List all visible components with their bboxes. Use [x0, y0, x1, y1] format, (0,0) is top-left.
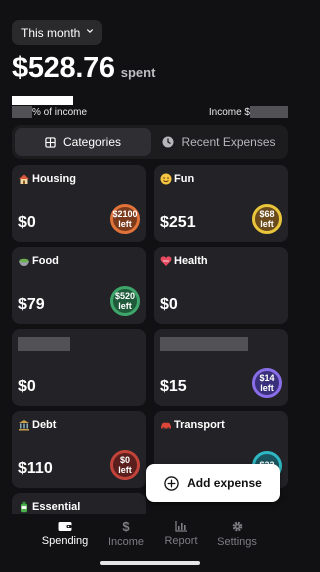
tab-spending[interactable]: Spending — [35, 520, 95, 547]
bank-icon — [19, 420, 29, 431]
remaining-badge: $2100 left — [110, 204, 140, 234]
tab-recent-expenses[interactable]: Recent Expenses — [152, 128, 286, 156]
period-label: This month — [21, 25, 81, 40]
tab-categories-label: Categories — [62, 135, 122, 149]
remaining-label: left — [118, 301, 132, 311]
category-name: Health — [174, 255, 208, 267]
category-card-fun[interactable]: Fun $251 $68 left — [154, 165, 288, 242]
category-name: Essential — [32, 501, 81, 513]
tab-recent-expenses-label: Recent Expenses — [181, 135, 276, 149]
category-name: Housing — [32, 173, 76, 185]
remaining-badge: $0 left — [110, 450, 140, 480]
car-icon — [161, 422, 171, 430]
income-progress-bar — [12, 96, 288, 105]
wallet-icon — [58, 522, 72, 531]
category-card-debt[interactable]: Debt $110 $0 left — [12, 411, 146, 488]
category-amount: $15 — [160, 378, 187, 395]
category-card-housing[interactable]: Housing $0 $2100 left — [12, 165, 146, 242]
income-row: % of income Income $ — [12, 106, 288, 119]
category-amount: $0 — [18, 378, 36, 395]
tab-categories[interactable]: Categories — [15, 128, 151, 156]
category-name: Debt — [32, 419, 57, 431]
bowl-icon — [19, 258, 29, 266]
svg-text:$: $ — [122, 520, 130, 533]
category-card-redacted[interactable]: $0 — [12, 329, 146, 406]
grid-icon — [45, 136, 56, 148]
period-dropdown[interactable]: This month — [12, 20, 102, 45]
category-amount: $0 — [18, 214, 36, 231]
remaining-label: left — [260, 219, 274, 229]
remaining-amount: $68 — [259, 209, 275, 219]
tab-report[interactable]: Report — [151, 520, 211, 547]
bottle-icon — [21, 501, 27, 513]
tab-income-label: Income — [107, 536, 145, 548]
remaining-label: left — [260, 383, 274, 393]
gear-icon — [232, 521, 242, 532]
remaining-amount: $520 — [114, 291, 136, 301]
category-card-food[interactable]: Food $79 $520 left — [12, 247, 146, 324]
redacted-income-amount — [250, 106, 288, 118]
tab-settings[interactable]: Settings — [207, 520, 267, 548]
category-card-health[interactable]: Health $0 — [154, 247, 288, 324]
category-amount: $0 — [160, 296, 178, 313]
category-name: Transport — [174, 419, 225, 431]
house-icon — [19, 174, 29, 184]
category-name: Fun — [174, 173, 195, 185]
clock-icon — [162, 136, 174, 148]
dollar-icon: $ — [122, 520, 130, 533]
home-indicator — [100, 561, 200, 565]
category-amount: $79 — [18, 296, 45, 313]
category-amount: $110 — [18, 460, 53, 477]
redacted-percent — [12, 106, 32, 118]
redacted-category-name — [160, 337, 248, 351]
remaining-amount: $14 — [259, 373, 275, 383]
spent-amount: $528.76 — [12, 52, 115, 84]
remaining-badge: $520 left — [110, 286, 140, 316]
tab-report-label: Report — [164, 535, 198, 547]
tab-spending-label: Spending — [41, 535, 89, 547]
category-name: Food — [32, 255, 59, 267]
add-expense-button[interactable]: Add expense — [146, 464, 280, 502]
remaining-badge: $68 left — [252, 204, 282, 234]
category-amount: $251 — [160, 214, 196, 231]
remaining-label: left — [118, 465, 132, 475]
remaining-label: left — [118, 219, 132, 229]
remaining-amount: $0 — [119, 455, 130, 465]
spent-summary: $528.76 spent — [12, 52, 155, 85]
tab-income[interactable]: $ Income — [96, 520, 156, 548]
smiley-icon — [160, 173, 172, 185]
view-toggle: Categories Recent Expenses — [12, 125, 288, 159]
remaining-amount: $2100 — [112, 209, 138, 219]
chevron-down-icon — [87, 29, 93, 33]
tab-settings-label: Settings — [217, 536, 257, 548]
remaining-badge: $14 left — [252, 368, 282, 398]
income-progress-fill — [12, 96, 73, 105]
spent-label: spent — [120, 65, 156, 80]
bar-chart-icon — [174, 521, 187, 532]
percent-of-income-label: % of income — [32, 106, 88, 118]
add-expense-label: Add expense — [187, 476, 262, 490]
plus-circle-icon — [164, 475, 179, 491]
heart-icon — [160, 256, 172, 266]
redacted-category-name — [18, 337, 70, 351]
income-label: Income $ — [208, 106, 250, 118]
category-card-redacted[interactable]: $15 $14 left — [154, 329, 288, 406]
